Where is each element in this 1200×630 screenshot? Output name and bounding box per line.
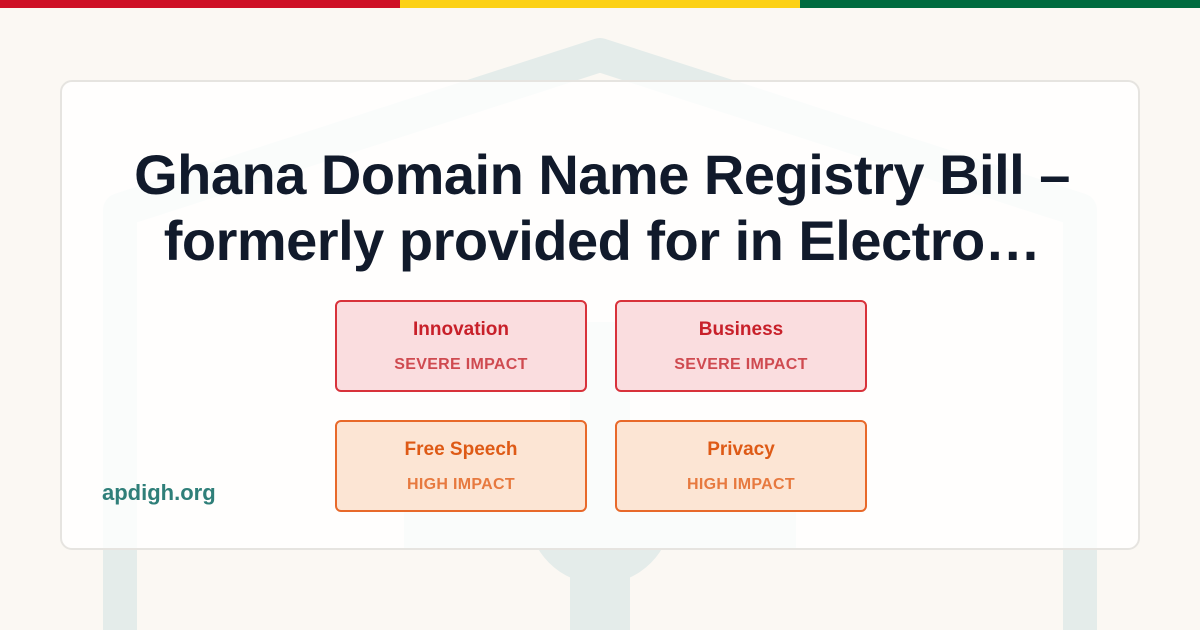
impact-level-badge: SEVERE IMPACT <box>674 356 808 373</box>
bill-title-line-2: formerly provided for in Electro… <box>163 209 1041 272</box>
impact-card-privacy: Privacy HIGH IMPACT <box>615 420 867 512</box>
bill-title-line-1: Ghana Domain Name Registry Bill – <box>134 143 1070 206</box>
impact-area-label: Free Speech <box>404 439 518 460</box>
impact-level-badge: HIGH IMPACT <box>687 476 795 493</box>
impact-area-label: Innovation <box>412 319 510 340</box>
impact-level-badge: HIGH IMPACT <box>407 476 515 493</box>
impact-level-badge: SEVERE IMPACT <box>394 356 528 373</box>
impact-card-business: Business SEVERE IMPACT <box>615 300 867 392</box>
impact-area-label: Business <box>698 319 784 340</box>
impact-card-innovation: Innovation SEVERE IMPACT <box>335 300 587 392</box>
impact-card-free-speech: Free Speech HIGH IMPACT <box>335 420 587 512</box>
bill-title: Ghana Domain Name Registry Bill – former… <box>82 142 1122 274</box>
site-domain-label: apdigh.org <box>102 480 216 505</box>
bill-card: Ghana Domain Name Registry Bill – former… <box>60 80 1140 550</box>
impact-area-label: Privacy <box>707 439 775 460</box>
